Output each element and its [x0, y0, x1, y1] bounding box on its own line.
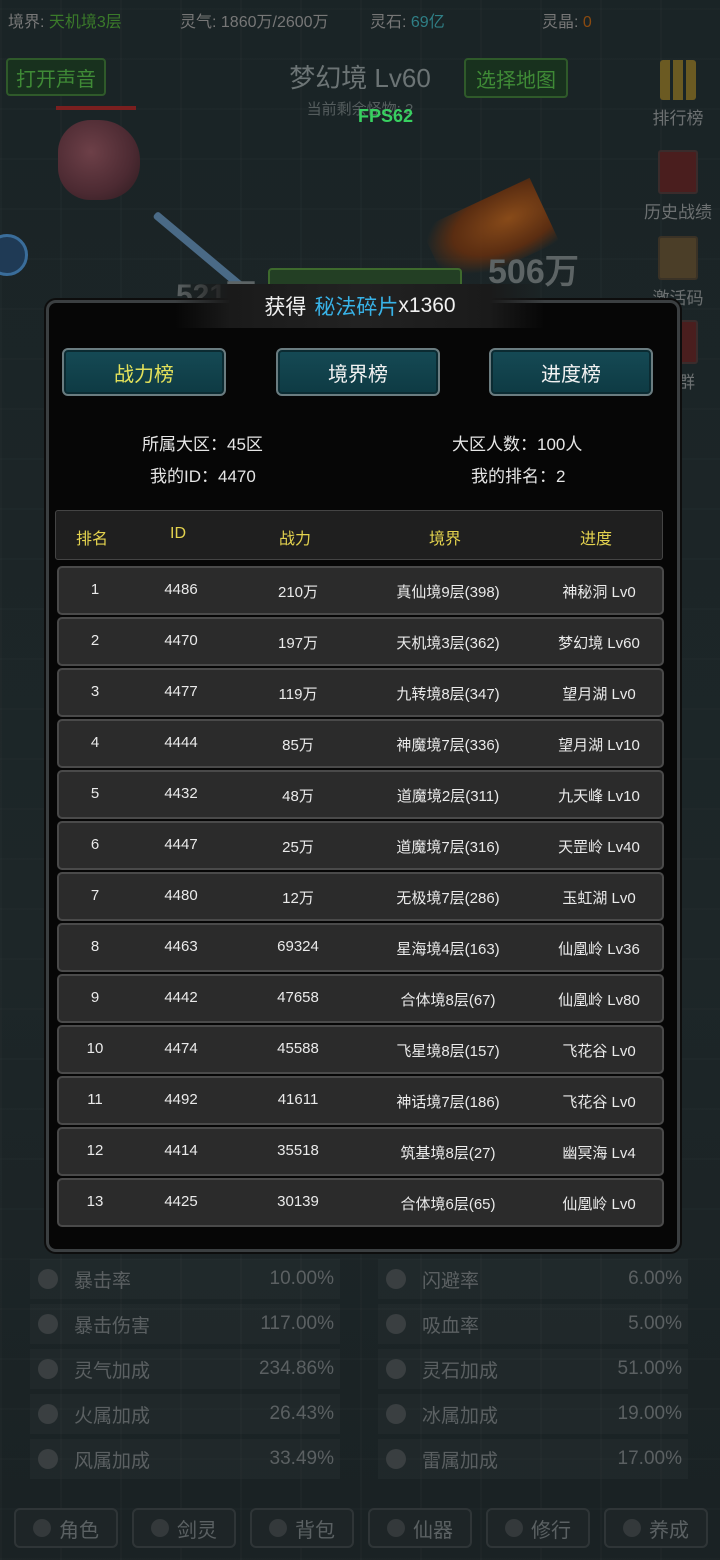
row-realm: 天机境3层(362) — [396, 635, 500, 652]
ranking-list-scroll[interactable]: 1 4486 210万 真仙境9层(398) 神秘洞 Lv0 2 4470 197万 天机境3层… — [55, 562, 665, 1234]
row-rank: 12 — [86, 1142, 104, 1159]
row-rank: 9 — [90, 989, 100, 1006]
row-id: 4477 — [164, 683, 198, 700]
row-power: 119万 — [278, 686, 318, 703]
table-row[interactable]: 9 4442 47658 合体境8层(67) 仙凰岭 Lv80 — [57, 974, 664, 1023]
header-power: 战力 — [278, 531, 311, 548]
row-rank: 3 — [90, 683, 100, 700]
row-rank: 13 — [86, 1193, 104, 1210]
ranking-overlay: 获得 秘法碎片 x1360 战力榜 境界榜 进度榜 所属大区：45区 大区人数：… — [0, 0, 720, 1560]
server-population: 大区人数：100人 — [452, 435, 583, 454]
row-realm: 飞星境8层(157) — [396, 1043, 500, 1060]
row-progress: 神秘洞 Lv0 — [562, 584, 636, 601]
row-id: 4480 — [164, 887, 198, 904]
row-rank: 4 — [90, 734, 100, 751]
row-progress: 望月湖 Lv10 — [558, 737, 640, 754]
row-realm: 星海境4层(163) — [396, 941, 500, 958]
my-rank: 我的排名：2 — [471, 467, 566, 486]
row-power: 210万 — [277, 584, 319, 601]
row-power: 85万 — [282, 737, 314, 754]
table-row[interactable]: 6 4447 25万 道魔境7层(316) 天罡岭 Lv40 — [57, 821, 664, 870]
row-id: 4442 — [164, 989, 198, 1006]
row-id: 4470 — [164, 632, 198, 649]
header-realm: 境界 — [428, 531, 461, 548]
row-power: 69324 — [277, 938, 319, 955]
row-rank: 2 — [90, 632, 100, 649]
row-id: 4444 — [164, 734, 198, 751]
row-progress: 天罡岭 Lv40 — [558, 839, 640, 856]
row-progress: 梦幻境 Lv60 — [558, 635, 640, 652]
row-rank: 11 — [87, 1091, 103, 1108]
row-progress: 仙凰岭 Lv0 — [562, 1196, 636, 1213]
table-row[interactable]: 4 4444 85万 神魔境7层(336) 望月湖 Lv10 — [57, 719, 664, 768]
row-rank: 8 — [90, 938, 100, 955]
row-id: 4414 — [164, 1142, 198, 1159]
tab-realm-ranking[interactable]: 境界榜 — [276, 348, 440, 396]
row-power: 41611 — [277, 1091, 319, 1108]
toast-prefix: 获得 — [264, 296, 307, 319]
header-id: ID — [170, 525, 186, 542]
row-progress: 望月湖 Lv0 — [562, 686, 636, 703]
row-realm: 筑基境8层(27) — [400, 1145, 496, 1162]
row-power: 12万 — [282, 890, 314, 907]
header-progress: 进度 — [579, 531, 612, 548]
row-power: 25万 — [282, 839, 314, 856]
row-rank: 5 — [90, 785, 100, 802]
server-info: 所属大区：45区 — [142, 435, 263, 454]
row-power: 30139 — [277, 1193, 319, 1210]
row-id: 4486 — [164, 581, 198, 598]
tab-power-ranking[interactable]: 战力榜 — [62, 348, 226, 396]
row-realm: 无极境7层(286) — [396, 890, 500, 907]
table-row[interactable]: 8 4463 69324 星海境4层(163) 仙凰岭 Lv36 — [57, 923, 664, 972]
row-id: 4463 — [164, 938, 198, 955]
row-realm: 神话境7层(186) — [396, 1094, 500, 1111]
table-row[interactable]: 1 4486 210万 真仙境9层(398) 神秘洞 Lv0 — [57, 566, 664, 615]
table-row[interactable]: 3 4477 119万 九转境8层(347) 望月湖 Lv0 — [57, 668, 664, 717]
row-power: 197万 — [277, 635, 319, 652]
row-progress: 仙凰岭 Lv80 — [558, 992, 640, 1009]
row-progress: 玉虹湖 Lv0 — [562, 890, 636, 907]
row-power: 47658 — [277, 989, 319, 1006]
table-row[interactable]: 10 4474 45588 飞星境8层(157) 飞花谷 Lv0 — [57, 1025, 664, 1074]
reward-toast: 获得 秘法碎片 x1360 — [175, 284, 545, 328]
ranking-table-header: 排名 ID 战力 境界 进度 — [55, 510, 663, 560]
row-id: 4425 — [164, 1193, 198, 1210]
row-id: 4432 — [164, 785, 198, 802]
row-realm: 道魔境2层(311) — [396, 788, 500, 805]
row-realm: 合体境6层(65) — [400, 1196, 496, 1213]
row-progress: 幽冥海 Lv4 — [562, 1145, 636, 1162]
table-row[interactable]: 13 4425 30139 合体境6层(65) 仙凰岭 Lv0 — [57, 1178, 664, 1227]
table-row[interactable]: 2 4470 197万 天机境3层(362) 梦幻境 Lv60 — [57, 617, 664, 666]
row-rank: 10 — [86, 1040, 104, 1057]
row-realm: 合体境8层(67) — [400, 992, 496, 1009]
row-progress: 飞花谷 Lv0 — [562, 1043, 636, 1060]
row-power: 48万 — [282, 788, 314, 805]
row-realm: 神魔境7层(336) — [396, 737, 500, 754]
toast-item: 秘法碎片 — [314, 296, 399, 319]
table-row[interactable]: 12 4414 35518 筑基境8层(27) 幽冥海 Lv4 — [57, 1127, 664, 1176]
table-row[interactable]: 7 4480 12万 无极境7层(286) 玉虹湖 Lv0 — [57, 872, 664, 921]
row-rank: 7 — [90, 887, 100, 904]
row-power: 45588 — [277, 1040, 319, 1057]
my-id: 我的ID：4470 — [150, 467, 256, 486]
tab-progress-ranking[interactable]: 进度榜 — [489, 348, 653, 396]
toast-count: x1360 — [398, 294, 456, 317]
row-rank: 1 — [90, 581, 100, 598]
row-id: 4447 — [164, 836, 198, 853]
row-realm: 九转境8层(347) — [396, 686, 500, 703]
table-row[interactable]: 5 4432 48万 道魔境2层(311) 九天峰 Lv10 — [57, 770, 664, 819]
row-id: 4492 — [164, 1091, 198, 1108]
header-rank: 排名 — [75, 531, 108, 548]
row-realm: 真仙境9层(398) — [396, 584, 500, 601]
row-power: 35518 — [277, 1142, 319, 1159]
row-progress: 仙凰岭 Lv36 — [558, 941, 640, 958]
row-id: 4474 — [164, 1040, 198, 1057]
row-rank: 6 — [90, 836, 100, 853]
row-progress: 九天峰 Lv10 — [558, 788, 640, 805]
table-row[interactable]: 11 4492 41611 神话境7层(186) 飞花谷 Lv0 — [57, 1076, 664, 1125]
row-progress: 飞花谷 Lv0 — [562, 1094, 636, 1111]
row-realm: 道魔境7层(316) — [396, 839, 500, 856]
